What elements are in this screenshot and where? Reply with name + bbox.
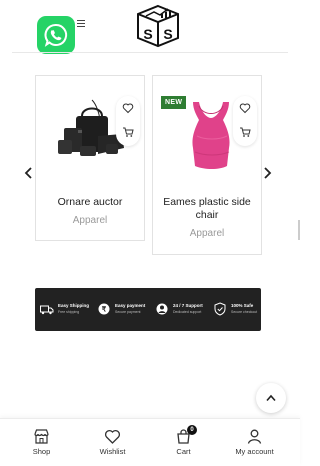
feature-title: Easy payment (115, 303, 146, 308)
site-header: S S (0, 0, 300, 54)
product-card[interactable]: Ornare auctor Apparel (35, 75, 145, 241)
chevron-left-icon (24, 167, 32, 179)
feature-title: 100% Safe (231, 303, 254, 308)
feature-title: 24 / 7 Support (173, 303, 203, 308)
new-badge: NEW (161, 96, 187, 109)
svg-text:₹: ₹ (102, 306, 107, 314)
features-banner: Easy Shipping Free shipping ₹ Easy payme… (35, 288, 261, 331)
card-actions (116, 96, 140, 146)
product-card[interactable]: NEW Eames plastic side chair Apparel (152, 75, 262, 255)
nav-item-my-account[interactable]: My account (217, 419, 292, 466)
feature-subtitle: Dedicated support (173, 310, 202, 314)
nav-label: Wishlist (99, 447, 126, 456)
whatsapp-button[interactable] (37, 16, 75, 54)
chevron-right-icon (264, 167, 272, 179)
support-icon (156, 303, 168, 315)
nav-label: Cart (176, 447, 191, 456)
feature-subtitle: Secure checkout (231, 310, 258, 314)
nav-label: Shop (32, 447, 51, 456)
carousel-prev-arrow[interactable] (24, 166, 34, 180)
logo-letter-left: S (143, 26, 152, 42)
feature-subtitle: Free shipping (58, 310, 80, 314)
truck-icon (40, 305, 54, 315)
product-category[interactable]: Apparel (36, 215, 144, 226)
payment-icon: ₹ (98, 303, 110, 315)
heart-icon[interactable] (239, 102, 251, 114)
add-to-cart-icon[interactable] (122, 126, 134, 138)
nav-item-shop[interactable]: Shop (4, 419, 79, 466)
card-actions (233, 96, 257, 146)
heart-icon[interactable] (122, 102, 134, 114)
scroll-to-top-button[interactable] (256, 383, 286, 413)
heart-icon (104, 429, 121, 444)
shop-icon (34, 429, 49, 444)
hamburger-menu-icon[interactable] (77, 20, 85, 27)
bottom-navigation: Shop Wishlist 0 Cart My account (0, 418, 300, 466)
nav-item-wishlist[interactable]: Wishlist (75, 419, 150, 466)
whatsapp-icon (44, 23, 68, 47)
shield-icon (214, 302, 226, 316)
site-logo[interactable]: S S (134, 4, 182, 48)
header-divider (12, 52, 288, 53)
nav-item-cart[interactable]: 0 Cart (146, 419, 221, 466)
product-name[interactable]: Ornare auctor (42, 196, 138, 209)
chevron-up-icon (266, 394, 276, 402)
product-name[interactable]: Eames plastic side chair (159, 196, 255, 222)
feature-subtitle: Secure payment (115, 310, 141, 314)
logo-letter-right: S (163, 26, 172, 42)
carousel-next-arrow[interactable] (262, 166, 272, 180)
product-category[interactable]: Apparel (153, 228, 261, 239)
nav-label: My account (235, 447, 274, 456)
page-edge-mark (298, 220, 300, 240)
feature-title: Easy Shipping (58, 303, 90, 308)
cart-count-badge: 0 (187, 425, 197, 435)
add-to-cart-icon[interactable] (239, 126, 251, 138)
user-icon (247, 429, 262, 444)
